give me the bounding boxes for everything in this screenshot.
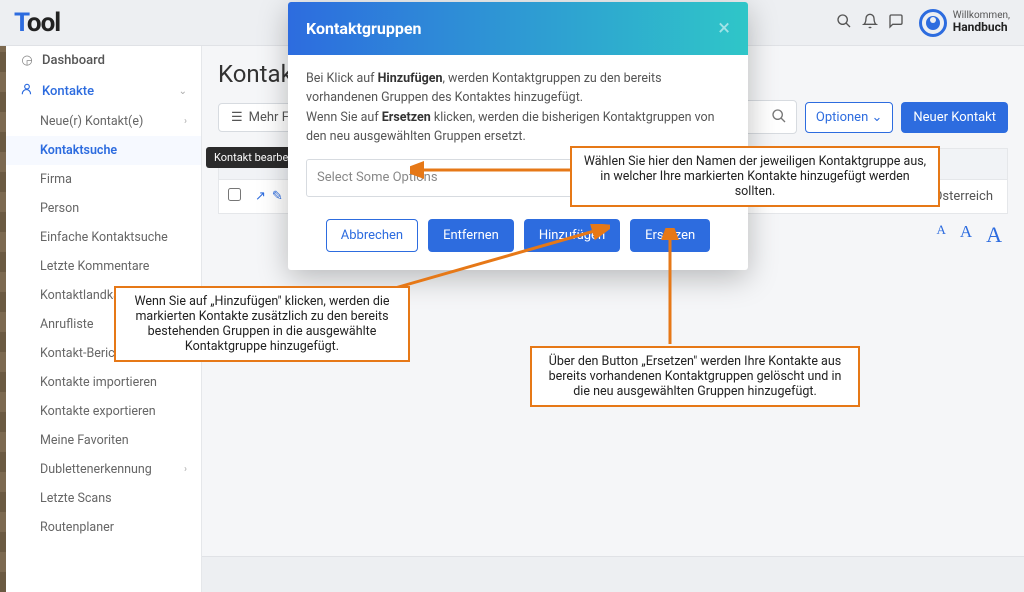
options-button[interactable]: Optionen ⌄ [805,102,893,133]
bell-icon[interactable] [857,13,883,33]
sidebar-item-label: Person [40,201,79,216]
arrow-to-replace [660,228,680,348]
search-icon[interactable] [831,13,857,33]
logo-rest: ool [27,8,60,38]
welcome-text: Willkommen, Handbuch [953,10,1010,34]
sidebar-item-label: Kontakte [42,84,94,99]
sidebar-item-dubletten[interactable]: Dublettenerkennung › [6,455,201,484]
sidebar-item-label: Dublettenerkennung [40,462,152,477]
font-large-button[interactable]: A [986,222,1002,248]
annotation-add: Wenn Sie auf „Hinzufügen" klicken, werde… [114,286,410,362]
arrow-to-select [410,160,574,180]
sidebar-item-label: Kontaktsuche [40,143,117,158]
chevron-down-icon: ⌄ [179,86,187,97]
sidebar-item-label: Letzte Scans [40,491,112,506]
sidebar-item-exportieren[interactable]: Kontakte exportieren [6,397,201,426]
sidebar-item-dashboard[interactable]: ◶ Dashboard [6,46,201,75]
new-contact-button[interactable]: Neuer Kontakt [901,102,1008,133]
chevron-right-icon: › [184,116,187,127]
sidebar-item-einfache-suche[interactable]: Einfache Kontaktsuche [6,223,201,252]
sidebar-item-label: Neue(r) Kontakt(e) [40,114,143,129]
row-checkbox[interactable] [219,188,249,205]
logo-letter-t: T [14,8,27,38]
app-logo: Tool [14,8,60,38]
chevron-right-icon: › [184,464,187,475]
open-link-icon[interactable]: ↗ [255,189,266,204]
chevron-down-icon: ⌄ [871,110,882,125]
dashboard-icon: ◶ [20,53,34,68]
modal-hint-replace: Wenn Sie auf Ersetzen klicken, werden di… [306,108,730,147]
sidebar-item-person[interactable]: Person [6,194,201,223]
font-small-button[interactable]: A [936,222,945,248]
sidebar-item-label: Firma [40,172,72,187]
sidebar-item-firma[interactable]: Firma [6,165,201,194]
sidebar-item-label: Anrufliste [40,317,94,332]
contacts-icon [20,82,34,100]
close-icon[interactable]: × [718,16,730,41]
sidebar-item-label: Meine Favoriten [40,433,129,448]
annotation-replace: Über den Button „Ersetzen" werden Ihre K… [530,346,860,407]
sidebar-item-kontaktsuche[interactable]: Kontaktsuche [6,136,201,165]
sidebar-item-kontakte[interactable]: Kontakte ⌄ [6,75,201,107]
modal-title: Kontaktgruppen [306,19,421,38]
avatar-icon [919,9,947,37]
sidebar-item-routenplaner[interactable]: Routenplaner [6,513,201,542]
sidebar-item-label: Letzte Kommentare [40,259,149,274]
footer-bar [202,556,1024,592]
edit-icon[interactable]: ✎ [272,189,283,204]
font-medium-button[interactable]: A [960,222,972,248]
sidebar-item-favoriten[interactable]: Meine Favoriten [6,426,201,455]
annotation-select: Wählen Sie hier den Namen der jeweiligen… [570,146,940,207]
sidebar-item-importieren[interactable]: Kontakte importieren [6,368,201,397]
modal-hint-add: Bei Klick auf Hinzufügen, werden Kontakt… [306,69,730,108]
sidebar-item-label: Kontakte importieren [40,375,157,390]
welcome-name: Handbuch [953,21,1010,34]
user-welcome[interactable]: Willkommen, Handbuch [919,9,1010,37]
sidebar-item-letzte-scans[interactable]: Letzte Scans [6,484,201,513]
sidebar-item-label: Dashboard [42,53,105,68]
sidebar-item-label: Einfache Kontaktsuche [40,230,168,245]
modal-header: Kontaktgruppen × [288,2,748,55]
options-label: Optionen [816,110,868,125]
cell-country: Österreich [933,189,1007,204]
sidebar-item-neuer-kontakt[interactable]: Neue(r) Kontakt(e) › [6,107,201,136]
sidebar-item-letzte-kommentare[interactable]: Letzte Kommentare [6,252,201,281]
sidebar-item-label: Routenplaner [40,520,114,535]
chat-icon[interactable] [883,13,909,33]
sidebar-item-label: Kontakte exportieren [40,404,156,419]
search-icon[interactable] [771,108,787,128]
filter-icon: ☰ [231,110,243,125]
